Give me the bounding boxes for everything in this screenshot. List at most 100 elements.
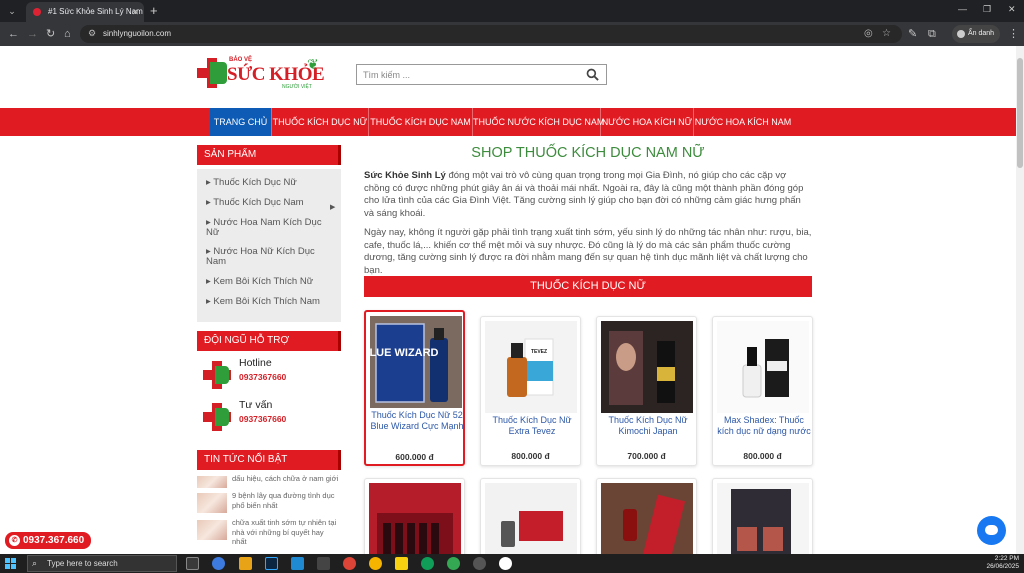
product-image[interactable]: TEVEZ — [485, 321, 577, 413]
news-title[interactable]: chữa xuất tinh sớm tự nhiên tại nhà với … — [232, 518, 340, 547]
sidebar-item[interactable]: ▸ Kem Bôi Kích Thích Nữ — [206, 277, 326, 287]
back-icon[interactable]: ← — [8, 27, 19, 41]
taskbar-search-text: Type here to search — [47, 559, 118, 568]
product-name[interactable]: Thuốc Kích Dục Nữ 52 Blue Wizard Cực Mạn… — [370, 410, 464, 432]
minimize-icon[interactable]: — — [958, 4, 967, 14]
tab-favicon-icon — [33, 8, 41, 16]
product-card[interactable]: Max Shadex: Thuốc kích dục nữ dạng nước … — [712, 316, 813, 466]
product-card[interactable]: BLUE WIZARD Thuốc Kích Dục Nữ 52 Blue Wi… — [364, 310, 465, 466]
bookmark-star-icon[interactable]: ☆ — [882, 28, 891, 39]
product-name[interactable]: Max Shadex: Thuốc kích dục nữ dạng nước — [717, 415, 811, 437]
tab-search-icon[interactable]: ⌄ — [5, 4, 19, 18]
product-card[interactable] — [364, 478, 465, 554]
product-card[interactable] — [712, 478, 813, 554]
product-image-label: BLUE WIZARD — [370, 347, 439, 359]
intro-bold: Sức Khỏe Sinh Lý — [364, 170, 446, 181]
support-phone[interactable]: 0937367660 — [239, 372, 286, 382]
app-icon-copilot[interactable] — [212, 557, 225, 570]
site-logo[interactable]: BẢO VỆ SỨC KHỎE NGƯỜI VIỆT ❦ — [197, 54, 327, 94]
app-icon-photoshop[interactable] — [265, 557, 278, 570]
sidebar-news-heading: TIN TỨC NỔI BẬT — [197, 450, 341, 470]
news-title[interactable]: dấu hiệu, cách chữa ở nam giới — [232, 474, 340, 484]
support-consult: Tư vấn 0937367660 — [203, 399, 333, 439]
chat-bubble-icon[interactable] — [977, 516, 1006, 545]
menu-item-female-stimulant[interactable]: THUỐC KÍCH DỤC NỮ — [272, 108, 369, 136]
product-image[interactable] — [369, 483, 461, 554]
menu-item-home[interactable]: TRANG CHỦ — [210, 108, 272, 136]
extension-icon[interactable]: ✎ — [908, 27, 917, 41]
app-icon-notes[interactable] — [395, 557, 408, 570]
site-info-icon[interactable]: ⚙ — [88, 28, 96, 39]
incognito-profile-button[interactable]: Ẩn danh — [952, 25, 1000, 43]
app-icon-generic[interactable] — [317, 557, 330, 570]
forward-icon[interactable]: → — [27, 27, 38, 41]
product-name[interactable]: Thuốc Kích Dục Nữ Kimochi Japan — [601, 415, 695, 437]
search-icon[interactable] — [586, 68, 599, 81]
tab-close-icon[interactable]: ✕ — [131, 2, 139, 22]
url-bar[interactable]: ⚙ sinhlynguoilon.com ◎ ☆ — [80, 25, 902, 43]
close-window-icon[interactable]: ✕ — [1008, 4, 1016, 15]
page-scrollbar[interactable] — [1016, 46, 1024, 554]
app-icon-vscode[interactable] — [291, 557, 304, 570]
product-image[interactable] — [717, 483, 809, 554]
floating-hotline-button[interactable]: ✆ 0937.367.660 — [5, 532, 91, 549]
menu-item-male-perfume[interactable]: NƯỚC HOA KÍCH NAM — [694, 108, 792, 136]
news-thumbnail[interactable] — [197, 493, 227, 513]
product-card[interactable] — [596, 478, 697, 554]
product-card[interactable]: TEVEZ Thuốc Kích Dục Nữ Extra Tevez 800.… — [480, 316, 581, 466]
app-icon-chrome-5[interactable] — [473, 557, 486, 570]
product-image[interactable] — [717, 321, 809, 413]
support-cross-icon — [203, 361, 231, 389]
product-image[interactable]: BLUE WIZARD — [370, 316, 462, 408]
address-bar-row: ← → ↻ ⌂ ⚙ sinhlynguoilon.com ◎ ☆ ✎ ⧉ Ẩn … — [0, 22, 1024, 46]
sidebar-product-list: ▸ Thuốc Kích Dục Nữ ▸ Thuốc Kích Dục Nam… — [197, 169, 341, 322]
menu-item-male-liquid[interactable]: THUỐC NƯỚC KÍCH DỤC NAM — [473, 108, 604, 136]
app-icon-chrome-4[interactable] — [447, 557, 460, 570]
app-icon-zalo[interactable] — [499, 557, 512, 570]
browser-menu-icon[interactable]: ⋮ — [1008, 27, 1019, 41]
task-view-icon[interactable] — [186, 557, 199, 570]
news-thumbnail[interactable] — [197, 476, 227, 488]
news-item[interactable]: chữa xuất tinh sớm tự nhiên tại nhà với … — [197, 518, 341, 546]
app-icon-chrome[interactable] — [343, 557, 356, 570]
news-item[interactable]: 9 bệnh lây qua đường tình dục phổ biến n… — [197, 491, 341, 513]
app-icon-chrome-2[interactable] — [369, 557, 382, 570]
sidebar-products-heading: SẢN PHẨM — [197, 145, 341, 165]
sidebar-item[interactable]: ▸ Nước Hoa Nữ Kích Dục Nam — [206, 247, 326, 267]
product-image[interactable] — [601, 321, 693, 413]
windows-start-icon[interactable] — [5, 558, 16, 569]
sidebar-item[interactable]: ▸ Kem Bôi Kích Thích Nam — [206, 297, 326, 307]
sidebar-item[interactable]: ▸ Nước Hoa Nam Kích Dục Nữ — [206, 218, 326, 238]
tab-title: #1 Sức Khỏe Sinh Lý Nam Nữ — [48, 7, 144, 16]
app-icon-chrome-3[interactable] — [421, 557, 434, 570]
sidebar-item[interactable]: ▸ Thuốc Kích Dục Nam — [206, 198, 326, 208]
logo-cross-icon — [197, 58, 227, 88]
restore-icon[interactable]: ❐ — [983, 4, 991, 15]
menu-item-male-stimulant[interactable]: THUỐC KÍCH DỤC NAM — [369, 108, 473, 136]
product-card[interactable] — [480, 478, 581, 554]
support-hotline: Hotline 0937367660 — [203, 357, 333, 397]
sidebar-item[interactable]: ▸ Thuốc Kích Dục Nữ — [206, 178, 326, 188]
support-phone[interactable]: 0937367660 — [239, 414, 286, 424]
taskbar-search[interactable]: ⌕ Type here to search — [27, 555, 177, 572]
product-image-label: TEVEZ — [531, 349, 547, 355]
product-image[interactable] — [485, 483, 577, 554]
news-thumbnail[interactable] — [197, 520, 227, 540]
product-card[interactable]: Thuốc Kích Dục Nữ Kimochi Japan 700.000 … — [596, 316, 697, 466]
new-tab-icon[interactable]: + — [150, 3, 158, 19]
product-price: 700.000 đ — [627, 451, 666, 461]
puzzle-icon[interactable]: ⧉ — [928, 27, 936, 41]
browser-tab[interactable]: #1 Sức Khỏe Sinh Lý Nam Nữ ✕ — [26, 2, 144, 22]
app-icon-files[interactable] — [239, 557, 252, 570]
reload-icon[interactable]: ↻ — [46, 27, 55, 41]
taskbar-clock[interactable]: 2:22 PM 26/06/2025 — [985, 555, 1019, 571]
product-image[interactable] — [601, 483, 693, 554]
search-input[interactable] — [363, 68, 573, 81]
product-name[interactable]: Thuốc Kích Dục Nữ Extra Tevez — [485, 415, 579, 437]
menu-item-female-perfume[interactable]: NƯỚC HOA KÍCH NỮ — [601, 108, 694, 136]
eye-off-icon[interactable]: ◎ — [864, 28, 873, 39]
news-title[interactable]: 9 bệnh lây qua đường tình dục phổ biến n… — [232, 491, 340, 510]
scrollbar-thumb[interactable] — [1017, 58, 1023, 168]
submenu-arrow-icon[interactable]: ▶ — [330, 203, 335, 211]
home-icon[interactable]: ⌂ — [64, 27, 71, 41]
